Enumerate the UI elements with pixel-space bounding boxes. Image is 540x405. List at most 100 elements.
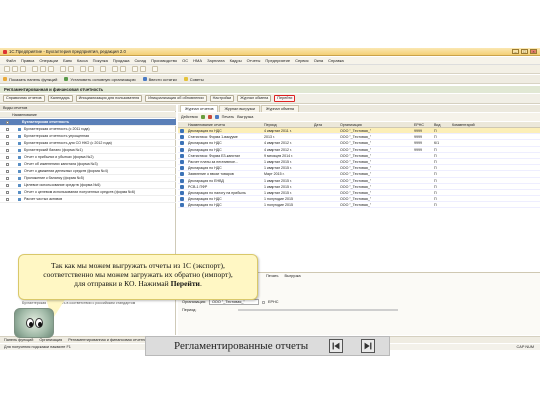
refresh-icon[interactable] <box>214 115 219 119</box>
update-init-button[interactable]: Инициализация об обновлении <box>145 95 207 102</box>
list-item[interactable]: Отчет об изменениях капитала (форма №3) <box>0 161 176 168</box>
table-cell: 1 полугодие 2015 <box>264 197 294 202</box>
list-item[interactable]: Отчет о прибылях и убытках (форма №2) <box>0 154 176 161</box>
report-icon[interactable] <box>112 66 118 72</box>
show-functions-panel-button[interactable]: Показать панель функций <box>3 77 57 82</box>
print-icon[interactable] <box>60 66 66 72</box>
checkbox[interactable] <box>6 128 9 131</box>
menu-cash[interactable]: Касса <box>77 58 88 63</box>
list-item[interactable]: Бухгалтерская отчетность (с 2011 года) <box>0 126 176 133</box>
journal-icon[interactable] <box>140 66 146 72</box>
list-item[interactable]: Отчет о движении денежных средств (форма… <box>0 168 176 175</box>
calendar-icon[interactable] <box>88 66 94 72</box>
goto-button[interactable]: Перейти <box>274 95 296 102</box>
report-types-column-header: Наименование <box>0 112 176 118</box>
menu-warehouse[interactable]: Склад <box>135 58 147 63</box>
menu-service[interactable]: Сервис <box>295 58 309 63</box>
table-cell: П <box>434 190 437 195</box>
close-button[interactable]: × <box>530 49 537 54</box>
report-icon <box>18 156 21 159</box>
menu-enterprise[interactable]: Предприятие <box>265 58 290 63</box>
print-menu[interactable]: Печать <box>222 115 234 119</box>
menu-sales[interactable]: Продажа <box>113 58 130 63</box>
bottom-export-menu[interactable]: Выгрузка <box>284 274 300 278</box>
search-icon[interactable] <box>68 66 74 72</box>
tab-export-journal[interactable]: Журнал выгрузки <box>219 105 260 112</box>
reports-directory-button[interactable]: Справочник отчетов <box>3 95 45 102</box>
help-icon[interactable] <box>100 66 106 72</box>
last-slide-button[interactable] <box>361 339 375 353</box>
checkbox[interactable] <box>6 177 9 180</box>
ernc-checkbox[interactable] <box>261 300 265 304</box>
set-main-organization-button[interactable]: Установить основную организацию <box>64 77 136 82</box>
menu-os[interactable]: ОС <box>182 58 188 63</box>
menu-help[interactable]: Справка <box>328 58 344 63</box>
ernc-label: ЕРНС <box>267 300 279 304</box>
table-row[interactable]: Декларация по НДС 1 полугодие 2015 ООО "_Т… <box>178 202 540 209</box>
menu-hr[interactable]: Кадры <box>230 58 242 63</box>
maximize-button[interactable]: □ <box>521 49 528 54</box>
list-item[interactable]: Бухгалтерская отчетность для СО НКО (с 2… <box>0 140 176 147</box>
menu-salary[interactable]: Зарплата <box>207 58 225 63</box>
minimize-button[interactable]: – <box>512 49 519 54</box>
paste-icon[interactable] <box>48 66 54 72</box>
tips-button[interactable]: Советы <box>183 77 204 82</box>
tab-exchange-journal[interactable]: Журнал обмена <box>261 105 300 112</box>
exchange-log-button[interactable]: Журнал обмена <box>237 95 272 102</box>
menu-purchase[interactable]: Покупка <box>93 58 108 63</box>
menu-operations[interactable]: Операции <box>39 58 58 63</box>
enter-balances-button[interactable]: Ввести остатки <box>142 77 177 82</box>
settings-button[interactable]: Настройки <box>209 95 235 102</box>
chart-icon[interactable] <box>120 66 126 72</box>
save-icon[interactable] <box>20 66 26 72</box>
period-slider[interactable] <box>238 309 398 311</box>
checkbox[interactable] <box>6 135 9 138</box>
delete-icon[interactable] <box>207 115 212 119</box>
taskbar-item[interactable]: Панель функций <box>4 338 33 342</box>
checkbox[interactable] <box>6 149 9 152</box>
checkbox[interactable] <box>6 163 9 166</box>
list-item[interactable]: Бухгалтерская отчетность упрощенная <box>0 133 176 140</box>
menu-nma[interactable]: НМА <box>193 58 202 63</box>
document-icon[interactable] <box>132 66 138 72</box>
menu-edit[interactable]: Правка <box>21 58 35 63</box>
tab-reports-journal[interactable]: Журнал отчетов <box>180 105 219 112</box>
menu-reports[interactable]: Отчеты <box>247 58 261 63</box>
checkbox[interactable] <box>6 198 9 201</box>
calculator-icon[interactable] <box>80 66 86 72</box>
add-icon[interactable] <box>200 115 205 119</box>
export-menu[interactable]: Выгрузка <box>237 115 253 119</box>
report-group-row[interactable]: Бухгалтерская отчетность <box>0 119 176 126</box>
checkbox[interactable] <box>6 156 9 159</box>
menu-bank[interactable]: Банк <box>63 58 72 63</box>
checkbox[interactable] <box>6 142 9 145</box>
table-cell: 9999 <box>414 147 422 152</box>
app-logo-icon <box>3 49 7 54</box>
checkbox[interactable] <box>6 184 9 187</box>
list-item[interactable]: Отчет о целевом использовании полученных… <box>0 189 176 196</box>
first-slide-button[interactable] <box>329 339 343 353</box>
user-init-button[interactable]: Инициализация для пользователя <box>75 95 143 102</box>
list-item[interactable]: Приложение к балансу (форма №5) <box>0 175 176 182</box>
menu-file[interactable]: Файл <box>6 58 16 63</box>
open-icon[interactable] <box>12 66 18 72</box>
bottom-print-menu[interactable]: Печать <box>266 274 278 278</box>
list-item[interactable]: Бухгалтерский баланс (форма №1) <box>0 147 176 154</box>
checkbox[interactable] <box>6 170 9 173</box>
new-icon[interactable] <box>4 66 10 72</box>
settings-icon[interactable] <box>152 66 158 72</box>
report-icon <box>180 147 184 152</box>
lightbulb-icon <box>183 77 188 81</box>
calendar-button[interactable]: Календарь <box>47 95 73 102</box>
list-item[interactable]: Целевое использование средств (форма №6) <box>0 182 176 189</box>
taskbar-item[interactable]: Организация <box>39 338 62 342</box>
checkbox[interactable] <box>6 191 9 194</box>
cut-icon[interactable] <box>32 66 38 72</box>
taskbar-item[interactable]: Регламентированная и финансовая отчетнос… <box>68 338 152 342</box>
actions-menu[interactable]: Действия <box>181 115 198 119</box>
expand-icon[interactable] <box>6 121 9 124</box>
list-item[interactable]: Расчет чистых активов <box>0 196 176 203</box>
copy-icon[interactable] <box>40 66 46 72</box>
menu-windows[interactable]: Окна <box>314 58 323 63</box>
menu-production[interactable]: Производство <box>151 58 177 63</box>
